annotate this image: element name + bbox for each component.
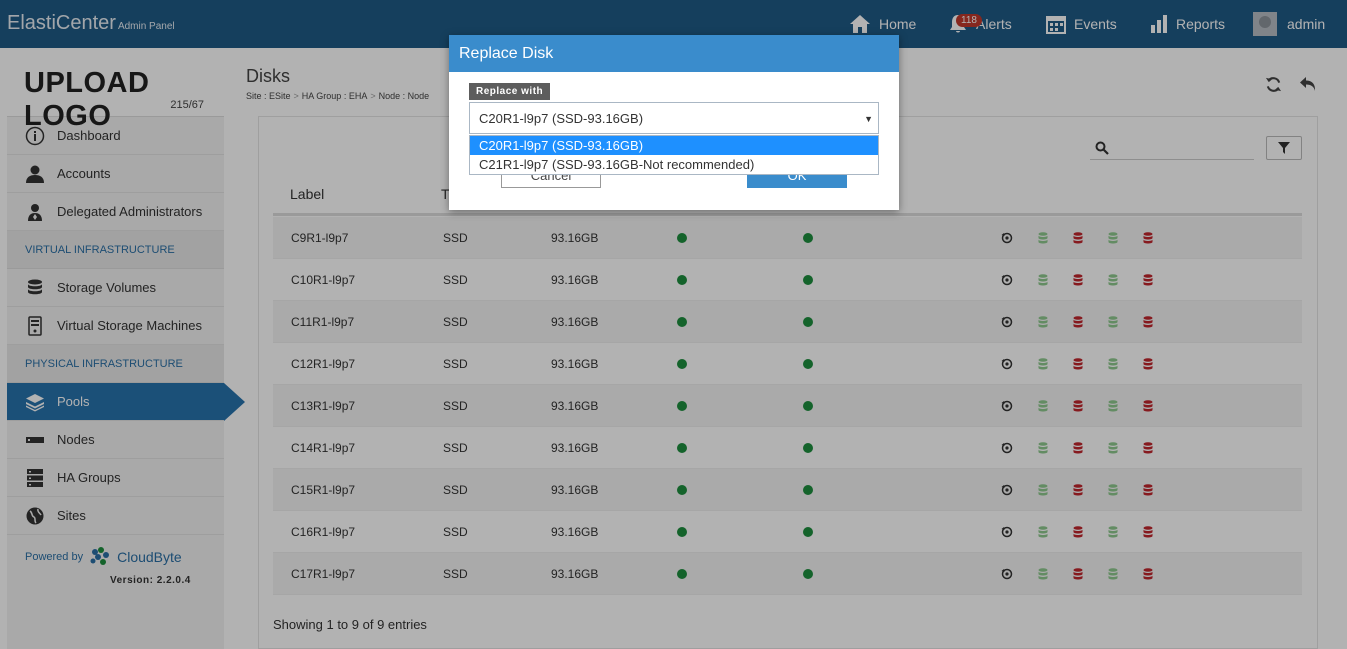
replace-disk-dialog: Replace Disk Replace with Cancel OK C20R… [449,35,899,210]
replace-with-label: Replace with [469,83,551,100]
dropdown-option[interactable]: C21R1-l9p7 (SSD-93.16GB-Not recommended) [470,155,878,174]
replace-with-select[interactable]: C20R1-l9p7 (SSD-93.16GB) ▼ [469,102,879,134]
chevron-down-icon: ▼ [864,114,873,124]
dropdown-option[interactable]: C20R1-l9p7 (SSD-93.16GB) [470,136,878,155]
dialog-title: Replace Disk [449,35,899,72]
select-value: C20R1-l9p7 (SSD-93.16GB) [479,110,644,126]
replace-with-dropdown: C20R1-l9p7 (SSD-93.16GB) C21R1-l9p7 (SSD… [469,135,879,175]
